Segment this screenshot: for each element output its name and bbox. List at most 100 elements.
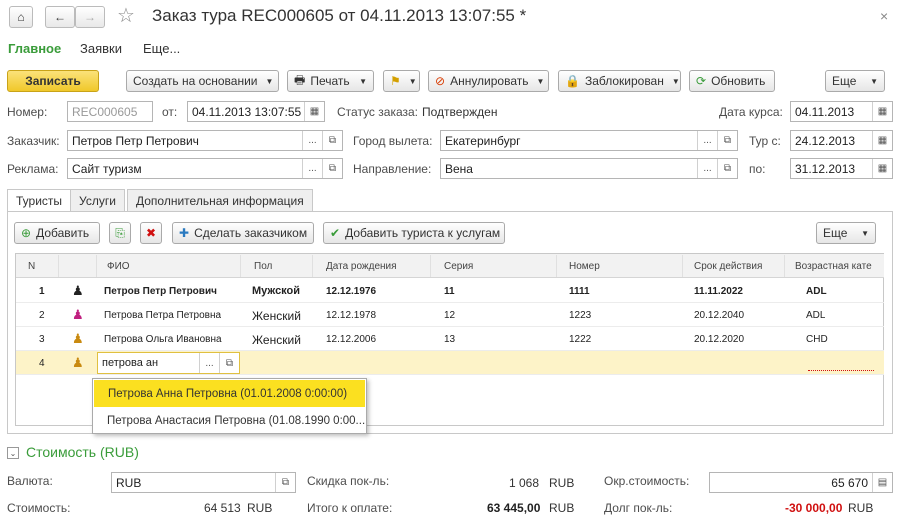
calendar-icon[interactable]: ▦ xyxy=(304,102,324,121)
add-to-services-button[interactable]: ✔ Добавить туриста к услугам xyxy=(323,222,505,244)
filter-button[interactable]: ⚑ ▼ xyxy=(383,70,420,92)
calendar-icon[interactable]: ▦ xyxy=(872,131,892,150)
select-button[interactable]: ... xyxy=(697,131,717,150)
calculator-icon[interactable]: ▤ xyxy=(872,473,892,492)
open-icon[interactable]: ⧉ xyxy=(322,131,342,150)
col-n[interactable]: N xyxy=(28,255,35,277)
col-separator xyxy=(58,255,59,277)
date-field[interactable]: 04.11.2013 13:07:55 ▦ xyxy=(187,101,325,122)
make-customer-button[interactable]: ✚ Сделать заказчиком xyxy=(172,222,314,244)
printer-icon: 🖶 xyxy=(294,72,306,87)
col-birth[interactable]: Дата рождения xyxy=(326,255,397,277)
open-icon[interactable]: ⧉ xyxy=(275,473,295,492)
tab-tourists[interactable]: Туристы xyxy=(7,189,72,212)
row-number: 2 xyxy=(39,310,45,321)
print-label: Печать xyxy=(310,74,350,88)
open-icon[interactable]: ⧉ xyxy=(717,159,737,178)
direction-value: Вена xyxy=(445,161,473,176)
row-series: 11 xyxy=(444,286,455,297)
col-separator xyxy=(312,255,313,277)
section-more[interactable]: Еще... xyxy=(143,41,180,56)
col-valid[interactable]: Срок действия xyxy=(694,255,762,277)
create-based-button[interactable]: Создать на основании ▼ xyxy=(126,70,279,92)
col-fio[interactable]: ФИО xyxy=(107,255,130,277)
calendar-icon[interactable]: ▦ xyxy=(872,102,892,121)
select-button[interactable]: ... xyxy=(697,159,717,178)
customer-field[interactable]: Петров Петр Петрович... ⧉ xyxy=(67,130,343,151)
dropdown-item-selected[interactable]: Петрова Анна Петровна (01.01.2008 0:00:0… xyxy=(94,380,365,407)
print-button[interactable]: 🖶 Печать ▼ xyxy=(287,70,374,92)
dropdown-item[interactable]: Петрова Анастасия Петровна (01.08.1990 0… xyxy=(93,408,366,434)
round-field[interactable]: 65 670 ▤ xyxy=(709,472,893,493)
delete-button[interactable]: ✖ xyxy=(140,222,162,244)
calendar-icon[interactable]: ▦ xyxy=(872,159,892,178)
back-button[interactable]: ← xyxy=(45,6,75,28)
open-icon[interactable]: ⧉ xyxy=(322,159,342,178)
customer-value: Петров Петр Петрович xyxy=(72,133,199,148)
city-field[interactable]: Екатеринбург... ⧉ xyxy=(440,130,738,151)
chevron-down-icon: ▼ xyxy=(359,76,367,86)
status-value: Подтвержден xyxy=(422,105,498,119)
ad-label: Реклама: xyxy=(7,162,59,176)
copy-button[interactable]: ⎘ xyxy=(109,222,131,244)
collapse-toggle[interactable]: ⌄ xyxy=(7,447,19,459)
home-button[interactable]: ⌂ xyxy=(9,6,33,28)
autocomplete-dropdown: Петрова Анна Петровна (01.01.2008 0:00:0… xyxy=(92,378,367,434)
favorite-star-icon[interactable]: ☆ xyxy=(117,3,135,28)
close-icon[interactable]: × xyxy=(880,8,888,24)
tour-from-label: Тур с: xyxy=(749,134,781,148)
tab-services[interactable]: Услуги xyxy=(70,189,125,211)
tourists-more-label: Еще xyxy=(823,226,848,240)
tour-to-field[interactable]: 31.12.2013 ▦ xyxy=(790,158,893,179)
add-tourist-button[interactable]: ⊕ Добавить xyxy=(14,222,100,244)
customer-label: Заказчик: xyxy=(7,134,60,148)
section-main[interactable]: Главное xyxy=(8,41,61,56)
tab-additional-info[interactable]: Дополнительная информация xyxy=(127,189,313,211)
row-age: ADL xyxy=(806,310,826,321)
chevron-down-icon: ▼ xyxy=(671,76,680,86)
row-fio: Петрова Петра Петровна xyxy=(104,310,222,321)
number-value: REC000605 xyxy=(72,104,138,119)
refresh-button[interactable]: ⟳ Обновить xyxy=(689,70,775,92)
lock-icon: 🔒 xyxy=(565,74,580,88)
discount-currency: RUB xyxy=(549,476,575,490)
forward-button[interactable]: → xyxy=(75,6,105,28)
row-sex: Женский xyxy=(252,333,301,347)
fio-edit-input[interactable]: петрова ан... ⧉ xyxy=(97,352,240,374)
fio-edit-value: петрова ан xyxy=(102,357,159,369)
col-number[interactable]: Номер xyxy=(569,255,600,277)
col-age[interactable]: Возрастная кате xyxy=(795,255,883,277)
blocked-button[interactable]: 🔒 Заблокирован ▼ xyxy=(558,70,681,92)
col-separator xyxy=(430,255,431,277)
select-button[interactable]: ... xyxy=(302,159,322,178)
cost-title[interactable]: Стоимость (RUB) xyxy=(26,444,139,460)
row-valid: 20.12.2020 xyxy=(694,334,745,345)
cost-value: 64 513 xyxy=(204,501,241,515)
ad-value: Сайт туризм xyxy=(72,161,142,176)
date-value: 04.11.2013 13:07:55 xyxy=(192,104,302,119)
select-button[interactable]: ... xyxy=(302,131,322,150)
open-icon[interactable]: ⧉ xyxy=(219,353,239,373)
annul-button[interactable]: ⊘ Аннулировать ▼ xyxy=(428,70,549,92)
ad-field[interactable]: Сайт туризм... ⧉ xyxy=(67,158,343,179)
row-number: 3 xyxy=(39,334,45,345)
more-label: Еще xyxy=(832,74,857,88)
write-button[interactable]: Записать xyxy=(7,70,99,92)
currency-label: Валюта: xyxy=(7,474,53,488)
debt-value: -30 000,00 xyxy=(785,501,843,515)
section-requests[interactable]: Заявки xyxy=(80,41,122,56)
chevron-down-icon: ▼ xyxy=(408,76,417,86)
tourists-more-button[interactable]: Еще ▼ xyxy=(816,222,876,244)
tour-from-field[interactable]: 24.12.2013 ▦ xyxy=(790,130,893,151)
row-birth: 12.12.1976 xyxy=(326,286,377,297)
more-button[interactable]: Еще ▼ xyxy=(825,70,885,92)
open-icon[interactable]: ⧉ xyxy=(717,131,737,150)
number-field[interactable]: REC000605 xyxy=(67,101,153,122)
female-person-icon: ♟ xyxy=(72,307,84,322)
rate-date-field[interactable]: 04.11.2013 ▦ xyxy=(790,101,893,122)
select-button[interactable]: ... xyxy=(199,353,219,373)
direction-field[interactable]: Вена... ⧉ xyxy=(440,158,738,179)
col-series[interactable]: Серия xyxy=(444,255,473,277)
currency-field[interactable]: RUB ⧉ xyxy=(111,472,296,493)
col-sex[interactable]: Пол xyxy=(254,255,272,277)
